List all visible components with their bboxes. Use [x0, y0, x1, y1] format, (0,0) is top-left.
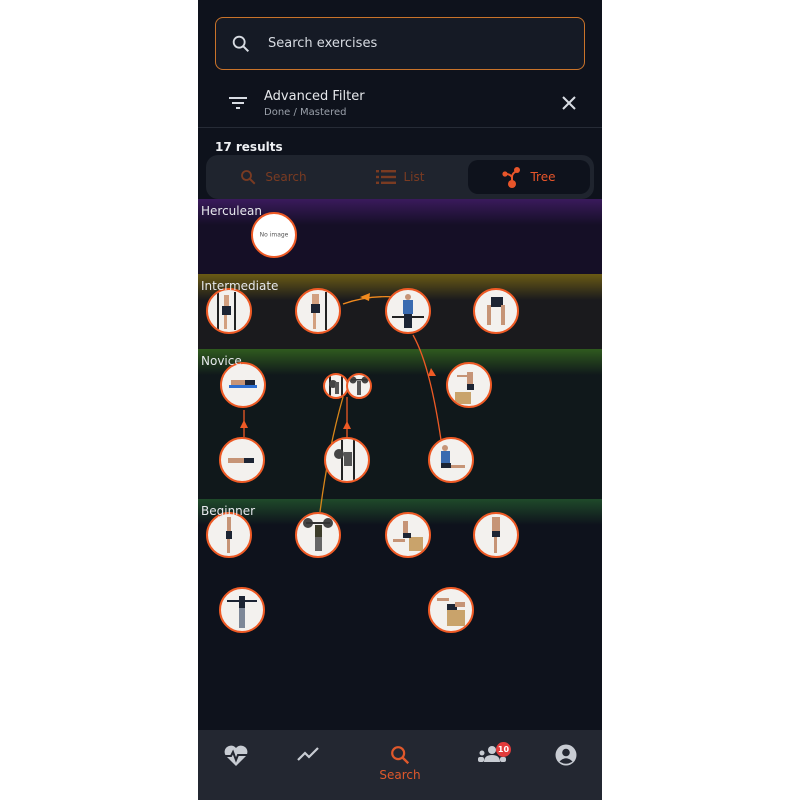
exercise-image — [441, 445, 465, 468]
exercise-image — [311, 292, 327, 330]
exercise-image — [226, 517, 232, 553]
exercise-image — [334, 440, 355, 480]
search-icon — [232, 35, 250, 52]
exercise-image — [227, 596, 257, 628]
level-label: Herculean — [201, 204, 262, 218]
exercise-node[interactable] — [385, 512, 431, 558]
exercise-image — [217, 292, 236, 330]
nav-item-activity[interactable] — [206, 744, 266, 788]
level-label: Novice — [201, 354, 242, 368]
exercise-image — [393, 521, 423, 551]
exercise-node[interactable] — [206, 512, 252, 558]
nav-item-profile[interactable] — [536, 744, 596, 788]
tab-tree[interactable]: Tree — [468, 160, 590, 194]
progress-chart-icon — [297, 747, 319, 761]
close-icon[interactable] — [560, 94, 578, 112]
exercise-image — [455, 372, 474, 404]
profile-icon — [555, 744, 577, 766]
exercise-node[interactable] — [295, 288, 341, 334]
exercise-node[interactable]: No image — [251, 212, 297, 258]
nav-label: Search — [379, 768, 421, 782]
nav-item-community[interactable]: 10 — [462, 742, 522, 788]
list-icon — [375, 170, 396, 184]
exercise-node[interactable] — [295, 512, 341, 558]
exercise-image — [349, 376, 369, 395]
exercise-image — [487, 297, 505, 325]
heart-rate-icon — [224, 745, 248, 766]
tab-label: Search — [265, 170, 307, 184]
exercise-node[interactable] — [473, 512, 519, 558]
level-label: Intermediate — [201, 279, 279, 293]
nav-item-progress[interactable] — [278, 744, 338, 788]
tab-label: List — [403, 170, 425, 184]
exercise-node[interactable] — [446, 362, 492, 408]
notification-badge: 10 — [496, 742, 511, 757]
exercise-node[interactable] — [220, 362, 266, 408]
exercise-image — [329, 375, 343, 397]
exercise-node[interactable] — [428, 437, 474, 483]
exercise-node[interactable] — [385, 288, 431, 334]
filter-icon — [229, 97, 247, 109]
tab-list[interactable]: List — [339, 160, 461, 194]
tree-icon — [502, 167, 521, 188]
bottom-navigation: Search 10 — [198, 730, 602, 800]
nav-item-search[interactable]: Search — [370, 744, 430, 788]
exercise-image — [229, 380, 257, 388]
exercise-image — [228, 458, 254, 463]
search-icon — [391, 746, 410, 765]
search-field[interactable] — [215, 17, 585, 70]
level-label: Beginner — [201, 504, 256, 518]
exercise-node[interactable] — [473, 288, 519, 334]
view-toggle: Search List Tree — [206, 155, 594, 199]
tab-label: Tree — [530, 170, 556, 184]
exercise-node[interactable] — [206, 288, 252, 334]
filter-subtitle: Done / Mastered — [264, 107, 347, 118]
app-screen: Advanced Filter Done / Mastered 17 resul… — [198, 0, 602, 800]
exercise-node[interactable] — [219, 587, 265, 633]
results-count: 17 results — [215, 140, 283, 154]
exercise-node[interactable] — [219, 437, 265, 483]
filter-title: Advanced Filter — [264, 89, 365, 104]
search-input[interactable] — [266, 35, 546, 52]
exercise-image — [303, 518, 333, 551]
exercise-image — [492, 517, 500, 553]
exercise-node[interactable] — [346, 373, 372, 399]
no-image-text: No image — [259, 231, 289, 239]
exercise-image — [392, 294, 424, 328]
exercise-node[interactable] — [324, 437, 370, 483]
advanced-filter-row[interactable]: Advanced Filter Done / Mastered — [198, 80, 602, 128]
exercise-node[interactable] — [428, 587, 474, 633]
search-icon — [241, 170, 256, 185]
tab-search[interactable]: Search — [212, 160, 334, 194]
exercise-image — [437, 598, 465, 626]
